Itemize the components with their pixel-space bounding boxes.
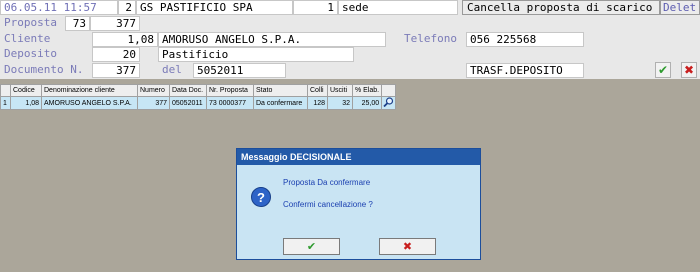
column-header-codice[interactable]: Codice [10, 84, 42, 97]
company-code-field[interactable]: 2 [118, 0, 136, 15]
site-name-field[interactable]: sede [338, 0, 458, 15]
cliente-code-field[interactable]: 1,08 [92, 32, 158, 47]
proposals-table: Codice Denominazione cliente Numero Data… [0, 84, 397, 110]
cell-colli[interactable]: 128 [307, 96, 328, 110]
column-header-usciti[interactable]: Usciti [327, 84, 353, 97]
cell-perc-elab[interactable]: 25,00 [351, 96, 383, 110]
deposito-label: Deposito [4, 47, 57, 60]
delete-button[interactable]: Delet [660, 0, 700, 15]
documento-label: Documento N. [4, 63, 84, 76]
dialog-confirm-button[interactable]: ✔ [283, 238, 340, 255]
datetime-field: 06.05.11 11:57 [0, 0, 118, 15]
proposta-label: Proposta [4, 16, 57, 29]
column-header-stato[interactable]: Stato [253, 84, 308, 97]
row-number: 1 [0, 96, 11, 110]
cell-numero[interactable]: 377 [137, 96, 170, 110]
documento-date-field[interactable]: 5052011 [193, 63, 286, 78]
decision-dialog: Messaggio DECISIONALE ? Proposta Da conf… [236, 148, 481, 260]
x-icon: ✖ [402, 240, 413, 253]
cell-nr-proposta[interactable]: 73 0000377 [206, 96, 254, 110]
proposta-series-field[interactable]: 73 [65, 16, 90, 31]
deposito-name-field[interactable]: Pastificio [158, 47, 354, 62]
cell-codice[interactable]: 1,08 [10, 96, 42, 110]
cell-stato[interactable]: Da confermare [253, 96, 308, 110]
cliente-name-field[interactable]: AMORUSO ANGELO S.P.A. [158, 32, 386, 47]
cancel-proposal-button[interactable]: Cancella proposta di scarico [462, 0, 660, 15]
question-icon: ? [251, 187, 271, 207]
cliente-label: Cliente [4, 32, 51, 45]
dialog-message-line1: Proposta Da confermare [283, 178, 371, 187]
table-row[interactable]: 1 1,08 AMORUSO ANGELO S.P.A. 377 0505201… [0, 96, 397, 110]
cell-usciti[interactable]: 32 [327, 96, 353, 110]
column-header-denominazione[interactable]: Denominazione cliente [41, 84, 138, 97]
table-header-row: Codice Denominazione cliente Numero Data… [0, 84, 397, 97]
dialog-message-line2: Confermi cancellazione ? [283, 200, 373, 209]
documento-number-field[interactable]: 377 [92, 63, 140, 78]
doc-type-field[interactable]: TRASF.DEPOSITO [466, 63, 584, 78]
deposito-code-field[interactable]: 20 [92, 47, 140, 62]
dialog-title: Messaggio DECISIONALE [237, 149, 480, 165]
row-number-header [0, 84, 11, 97]
cell-denominazione[interactable]: AMORUSO ANGELO S.P.A. [41, 96, 138, 110]
column-header-colli[interactable]: Colli [307, 84, 328, 97]
column-header-perc-elab[interactable]: % Elab. [351, 84, 383, 97]
cell-data-doc[interactable]: 05052011 [169, 96, 207, 110]
dialog-cancel-button[interactable]: ✖ [379, 238, 436, 255]
column-header-nr-proposta[interactable]: Nr. Proposta [206, 84, 254, 97]
column-header-numero[interactable]: Numero [137, 84, 170, 97]
telefono-field[interactable]: 056 225568 [466, 32, 584, 47]
company-name-field[interactable]: GS PASTIFICIO SPA [136, 0, 293, 15]
magnifier-icon[interactable] [381, 96, 397, 110]
document-form: 06.05.11 11:57 2 GS PASTIFICIO SPA 1 sed… [0, 0, 700, 79]
check-icon: ✔ [306, 240, 317, 253]
del-label: del [162, 63, 182, 76]
cancel-x-icon[interactable]: ✖ [681, 62, 697, 78]
proposta-number-field[interactable]: 377 [90, 16, 140, 31]
site-code-field[interactable]: 1 [293, 0, 338, 15]
column-header-data-doc[interactable]: Data Doc. [169, 84, 207, 97]
column-header-zoom [381, 84, 397, 97]
confirm-check-icon[interactable]: ✔ [655, 62, 671, 78]
telefono-label: Telefono [404, 32, 457, 45]
